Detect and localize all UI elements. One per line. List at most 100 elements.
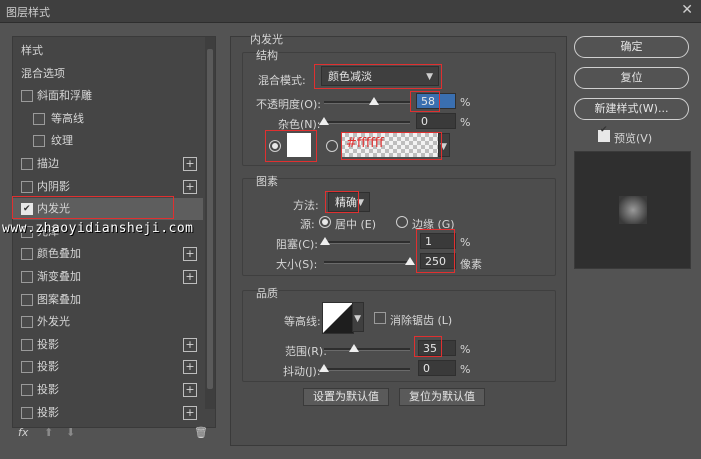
style-item-checkbox[interactable] (33, 112, 45, 125)
style-item-checkbox[interactable] (21, 90, 33, 103)
noise-slider-thumb[interactable] (319, 117, 329, 125)
add-effect-icon[interactable]: + (183, 405, 197, 420)
style-item[interactable]: 投影 + (13, 379, 203, 401)
scrollbar-thumb[interactable] (207, 49, 213, 389)
make-default-button[interactable]: 设置为默认值 (303, 388, 389, 406)
styles-scrollbar[interactable] (205, 37, 215, 409)
style-item-checkbox[interactable] (33, 135, 45, 148)
highlight-color (265, 130, 317, 162)
window-title: 图层样式 (6, 6, 50, 19)
new-style-button[interactable]: 新建样式(W)... (574, 98, 689, 120)
range-slider[interactable] (324, 348, 410, 351)
choke-label: 阻塞(C): (276, 238, 318, 251)
jitter-unit: % (460, 363, 471, 376)
source-edge-radio[interactable] (396, 216, 408, 228)
choke-slider-thumb[interactable] (319, 237, 330, 245)
style-item-checkbox[interactable] (21, 384, 33, 396)
structure-title: 结构 (256, 49, 278, 62)
reset-button[interactable]: 复位 (574, 67, 689, 89)
range-unit: % (460, 343, 471, 356)
style-item[interactable]: 纹理 (13, 130, 203, 152)
style-item-label: 外发光 (37, 315, 70, 329)
style-item-checkbox[interactable] (21, 361, 33, 374)
style-item-checkbox[interactable] (21, 271, 33, 283)
move-down-icon[interactable]: ⬇ (66, 426, 75, 439)
method-label: 方法: (293, 199, 319, 212)
style-item-checkbox[interactable] (21, 316, 33, 329)
highlight-range (414, 336, 442, 357)
choke-unit: % (460, 236, 471, 249)
noise-slider[interactable] (324, 121, 410, 124)
style-item[interactable]: 斜面和浮雕 (13, 85, 203, 107)
size-slider-thumb[interactable] (405, 257, 415, 265)
style-item[interactable]: 外发光 (13, 311, 203, 333)
source-label: 源: (300, 218, 315, 231)
style-item-label: 样式 (21, 44, 43, 57)
style-item[interactable]: 颜色叠加 + (13, 243, 203, 265)
style-preview (574, 151, 691, 269)
style-item[interactable]: 样式 (13, 40, 203, 62)
style-item-checkbox[interactable] (21, 406, 33, 419)
style-item[interactable]: 投影 + (13, 356, 203, 378)
style-item[interactable]: 混合选项 (13, 63, 203, 85)
style-item[interactable]: 投影 + (13, 334, 203, 356)
jitter-input[interactable]: 0 (418, 360, 456, 376)
style-item-checkbox[interactable] (21, 248, 33, 261)
trash-icon[interactable]: 🗑 (194, 426, 208, 439)
add-effect-icon[interactable]: + (183, 337, 197, 352)
preview-glow (619, 196, 647, 224)
contour-curve-icon (323, 303, 353, 333)
style-item-checkbox[interactable] (21, 293, 33, 306)
highlight-choke-size (416, 229, 455, 273)
style-item-label: 渐变叠加 (37, 270, 81, 283)
close-icon[interactable]: ✕ (681, 2, 693, 18)
style-item-label: 描边 (37, 157, 59, 170)
opacity-slider[interactable] (324, 101, 410, 104)
quality-title: 品质 (256, 287, 278, 300)
style-item-checkbox[interactable] (21, 338, 33, 351)
reset-default-button[interactable]: 复位为默认值 (399, 388, 485, 406)
size-unit: 像素 (460, 258, 482, 271)
style-item[interactable]: 渐变叠加 + (13, 266, 203, 288)
range-label: 范围(R): (285, 345, 327, 358)
size-slider[interactable] (324, 261, 410, 264)
style-item[interactable]: 等高线 (13, 108, 203, 130)
style-item-label: 斜面和浮雕 (37, 89, 92, 103)
style-item-checkbox[interactable] (21, 180, 33, 193)
add-effect-icon[interactable]: + (183, 157, 197, 171)
ok-button[interactable]: 确定 (574, 36, 689, 58)
jitter-slider[interactable] (324, 368, 410, 371)
add-effect-icon[interactable]: + (183, 360, 197, 375)
style-item-label: 投影 (37, 360, 59, 374)
choke-slider[interactable] (324, 241, 410, 244)
contour-dropdown[interactable]: ▼ (352, 302, 364, 332)
fx-icon[interactable]: fx (18, 426, 28, 439)
range-slider-thumb[interactable] (349, 344, 360, 352)
move-up-icon[interactable]: ⬆ (44, 426, 53, 439)
add-effect-icon[interactable]: + (183, 247, 197, 262)
style-item[interactable]: 描边 + (13, 153, 203, 175)
style-item-label: 内阴影 (37, 179, 70, 193)
style-item-checkbox[interactable] (21, 158, 33, 170)
jitter-slider-thumb[interactable] (319, 364, 329, 372)
size-label: 大小(S): (276, 258, 318, 271)
style-item[interactable]: 图案叠加 (13, 289, 203, 311)
contour-preview[interactable] (322, 302, 354, 334)
opacity-slider-thumb[interactable] (368, 97, 379, 105)
style-item[interactable]: 内阴影 + (13, 176, 203, 198)
opacity-unit: % (460, 96, 471, 109)
anti-alias-checkbox[interactable] (374, 312, 386, 324)
gradient-mode-radio[interactable] (326, 140, 338, 152)
preview-label: 预览(V) (614, 132, 653, 145)
noise-input[interactable]: 0 (416, 113, 456, 129)
add-effect-icon[interactable]: + (183, 383, 197, 397)
blend-mode-label: 混合模式: (258, 74, 306, 87)
add-effect-icon[interactable]: + (183, 179, 197, 194)
style-item[interactable]: 投影 + (13, 402, 203, 424)
source-center-label: 居中 (E) (335, 218, 377, 231)
source-center-radio[interactable] (319, 216, 331, 228)
add-effect-icon[interactable]: + (183, 270, 197, 284)
highlight-blend (314, 64, 442, 89)
section-heading: 内发光 (250, 33, 283, 46)
preview-checkbox[interactable] (598, 125, 610, 142)
